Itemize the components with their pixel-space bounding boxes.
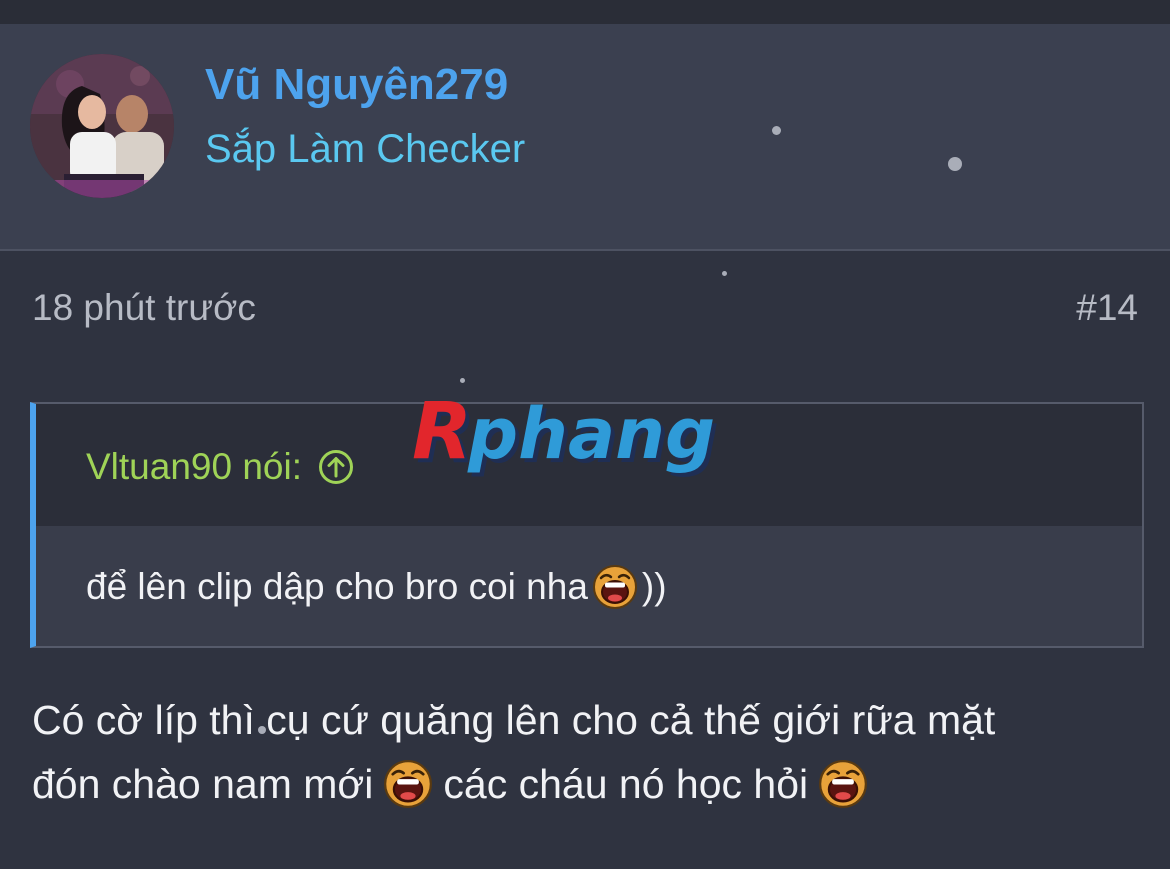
- message-line-1: Có cờ líp thì cụ cứ quăng lên cho cả thế…: [32, 697, 996, 743]
- dust-speck: [948, 157, 962, 171]
- laughing-emoji-icon: [818, 759, 868, 809]
- svg-text:R: R: [412, 390, 472, 477]
- message-line-2-part-1: đón chào nam mới: [32, 761, 374, 807]
- arrow-up-circle-icon[interactable]: [318, 449, 354, 485]
- message-line: đón chào nam mới các cháu nó học hỏi: [32, 752, 1142, 816]
- user-title: Sắp Làm Checker: [205, 127, 526, 171]
- top-strip: [0, 0, 1170, 24]
- user-header: [0, 24, 1170, 250]
- message-line: Có cờ líp thì cụ cứ quăng lên cho cả thế…: [32, 688, 1142, 752]
- post-number[interactable]: #14: [1076, 287, 1138, 329]
- username[interactable]: Vũ Nguyên279: [205, 60, 508, 110]
- dust-speck: [460, 378, 465, 383]
- laughing-emoji-icon: [592, 564, 638, 610]
- laughing-emoji-icon: [383, 759, 433, 809]
- dust-speck: [722, 271, 727, 276]
- message-line-2-part-2: các cháu nó học hỏi: [443, 761, 809, 807]
- dust-speck: [772, 126, 781, 135]
- quote-author-label: Vltuan90 nói:: [86, 446, 303, 487]
- avatar[interactable]: [30, 54, 174, 198]
- post-timestamp[interactable]: 18 phút trước: [32, 287, 256, 329]
- quote-text-body: để lên clip dập cho bro coi nha: [86, 566, 588, 607]
- quote-text-trailing: )): [641, 566, 667, 607]
- quote-author[interactable]: Vltuan90 nói:: [86, 446, 354, 488]
- quote-text: để lên clip dập cho bro coi nha )): [86, 564, 667, 610]
- svg-text:phang: phang: [467, 393, 715, 475]
- header-divider: [0, 249, 1170, 251]
- post-message: Có cờ líp thì cụ cứ quăng lên cho cả thế…: [32, 688, 1142, 816]
- watermark-logo: R R phang phang: [410, 387, 770, 481]
